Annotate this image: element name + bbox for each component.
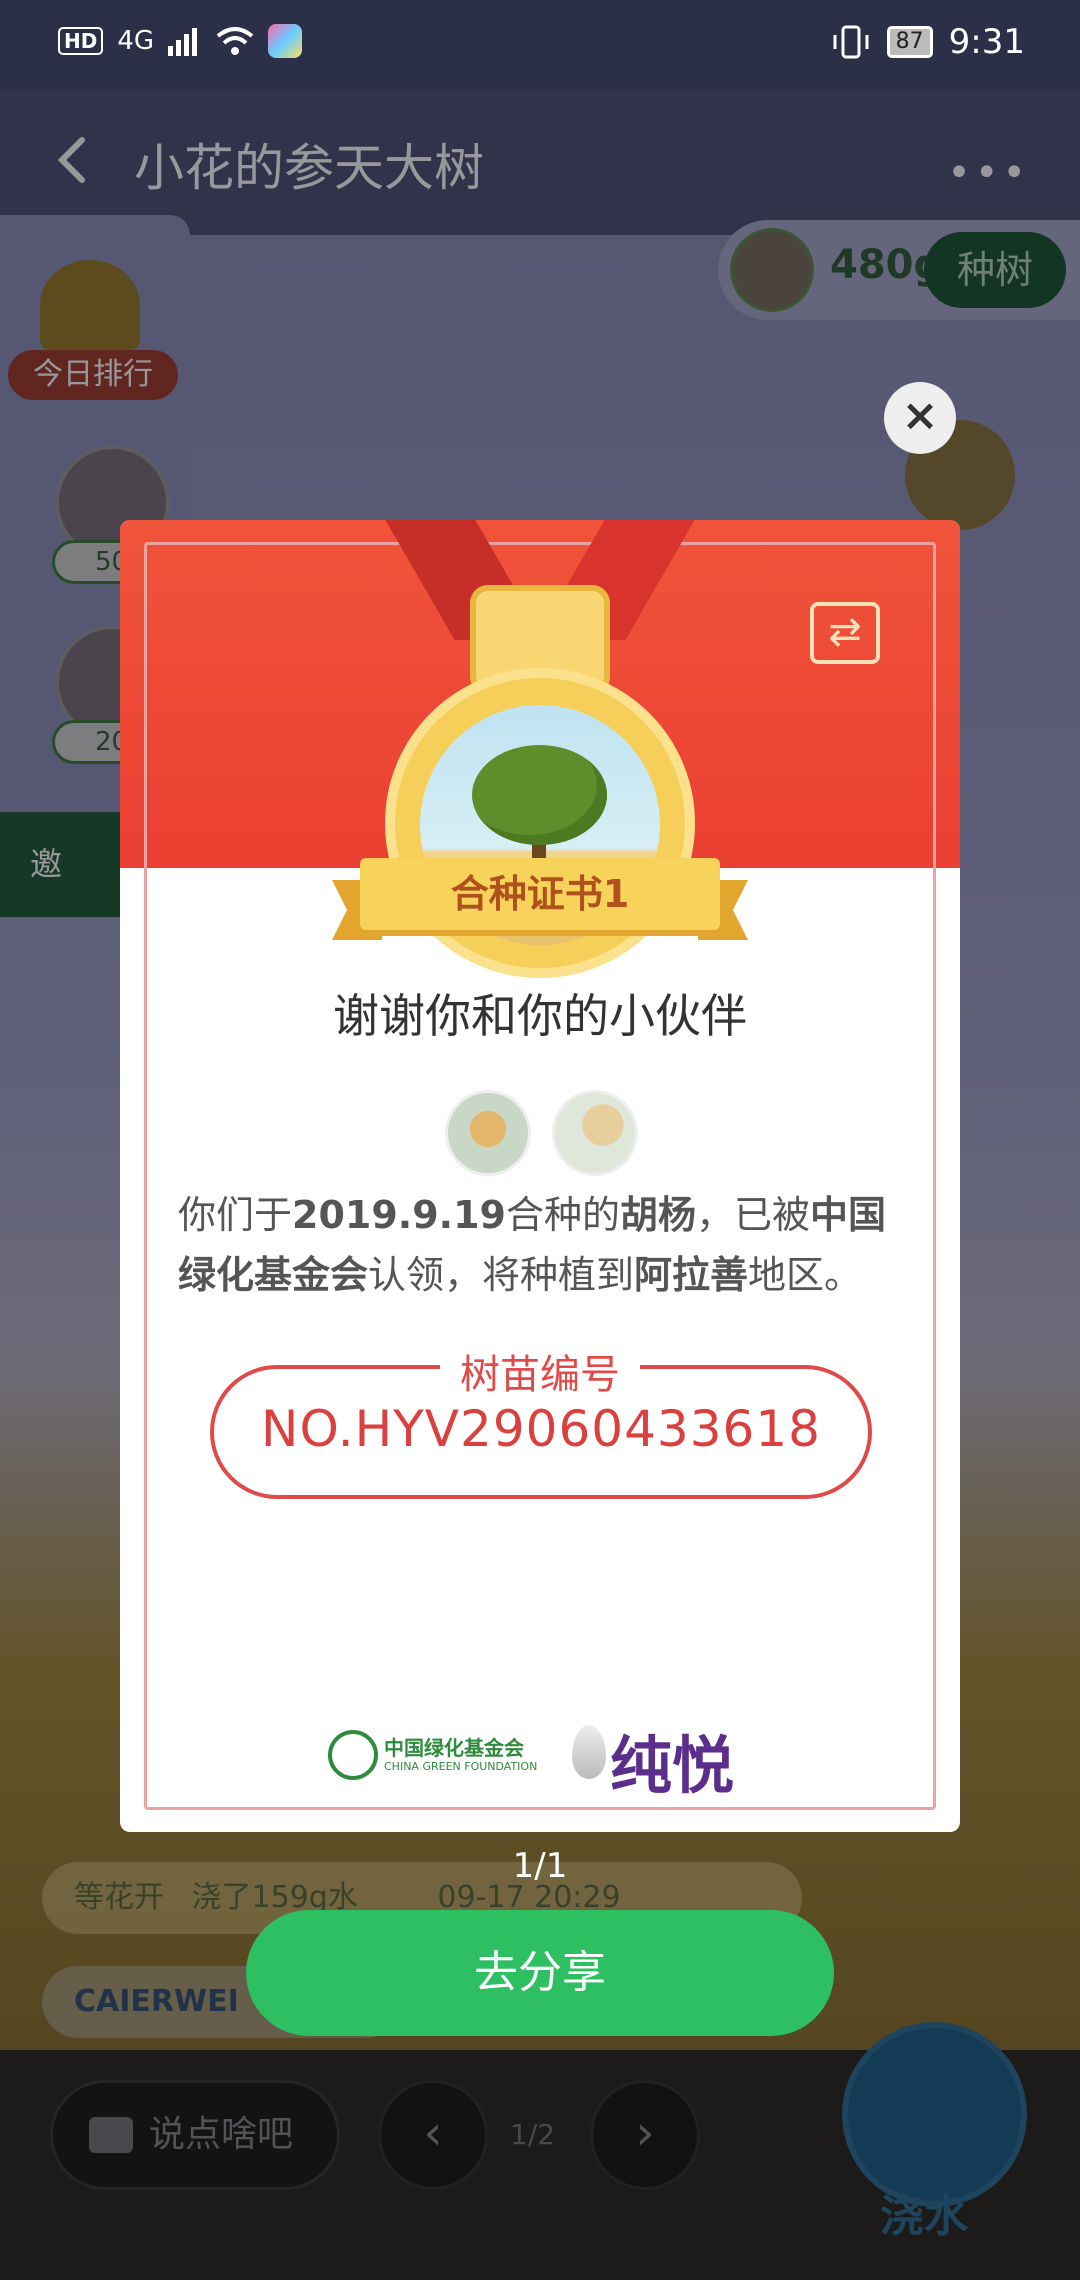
thanks-heading: 谢谢你和你的小伙伴 <box>333 989 747 1043</box>
seedling-number: NO.HYV29060433618 <box>261 1400 821 1458</box>
certificate-modal: ⇄ 合种证书1 谢谢你和你的小伙伴 你们于2019.9.19合种的胡杨，已被中国… <box>120 520 960 1832</box>
foundation-name-en: CHINA GREEN FOUNDATION <box>384 1760 538 1773</box>
china-green-foundation-logo <box>328 1730 378 1780</box>
desc-text: 认领，将种植到 <box>368 1253 635 1297</box>
switch-icon[interactable]: ⇄ <box>810 602 880 664</box>
close-icon[interactable]: × <box>884 382 956 454</box>
certificate-pager: 1/1 <box>512 1846 568 1886</box>
certificate-title: 合种证书1 <box>360 858 720 930</box>
desc-tree: 胡杨 <box>620 1193 697 1237</box>
wifi-icon <box>216 27 254 55</box>
desc-date: 2019.9.19 <box>292 1193 506 1237</box>
certificate-description: 你们于2019.9.19合种的胡杨，已被中国绿化基金会认领，将种植到阿拉善地区。 <box>178 1185 908 1305</box>
brand-logo: 纯悦 <box>610 1729 735 1802</box>
partner-avatar <box>552 1090 638 1176</box>
partner-avatar <box>445 1090 531 1176</box>
desc-text: 你们于 <box>178 1193 293 1237</box>
network-label: 4G <box>117 26 155 56</box>
desc-region: 阿拉善 <box>634 1253 749 1297</box>
tree-icon <box>472 745 607 845</box>
foundation-name: 中国绿化基金会 <box>384 1736 524 1760</box>
battery-indicator: 87 <box>886 26 933 58</box>
status-bar: HD 4G 87 9:31 <box>0 0 1080 90</box>
desc-text: 合种的 <box>505 1193 620 1237</box>
vibrate-icon <box>833 25 869 59</box>
clock: 9:31 <box>948 22 1025 62</box>
share-button[interactable]: 去分享 <box>246 1910 834 2036</box>
desc-text: ，已被 <box>696 1193 811 1237</box>
app-notification-icon <box>268 24 303 58</box>
seedling-label: 树苗编号 <box>440 1342 640 1400</box>
signal-icon <box>168 28 198 56</box>
desc-text: 地区。 <box>748 1253 863 1297</box>
hd-icon: HD <box>58 27 104 55</box>
